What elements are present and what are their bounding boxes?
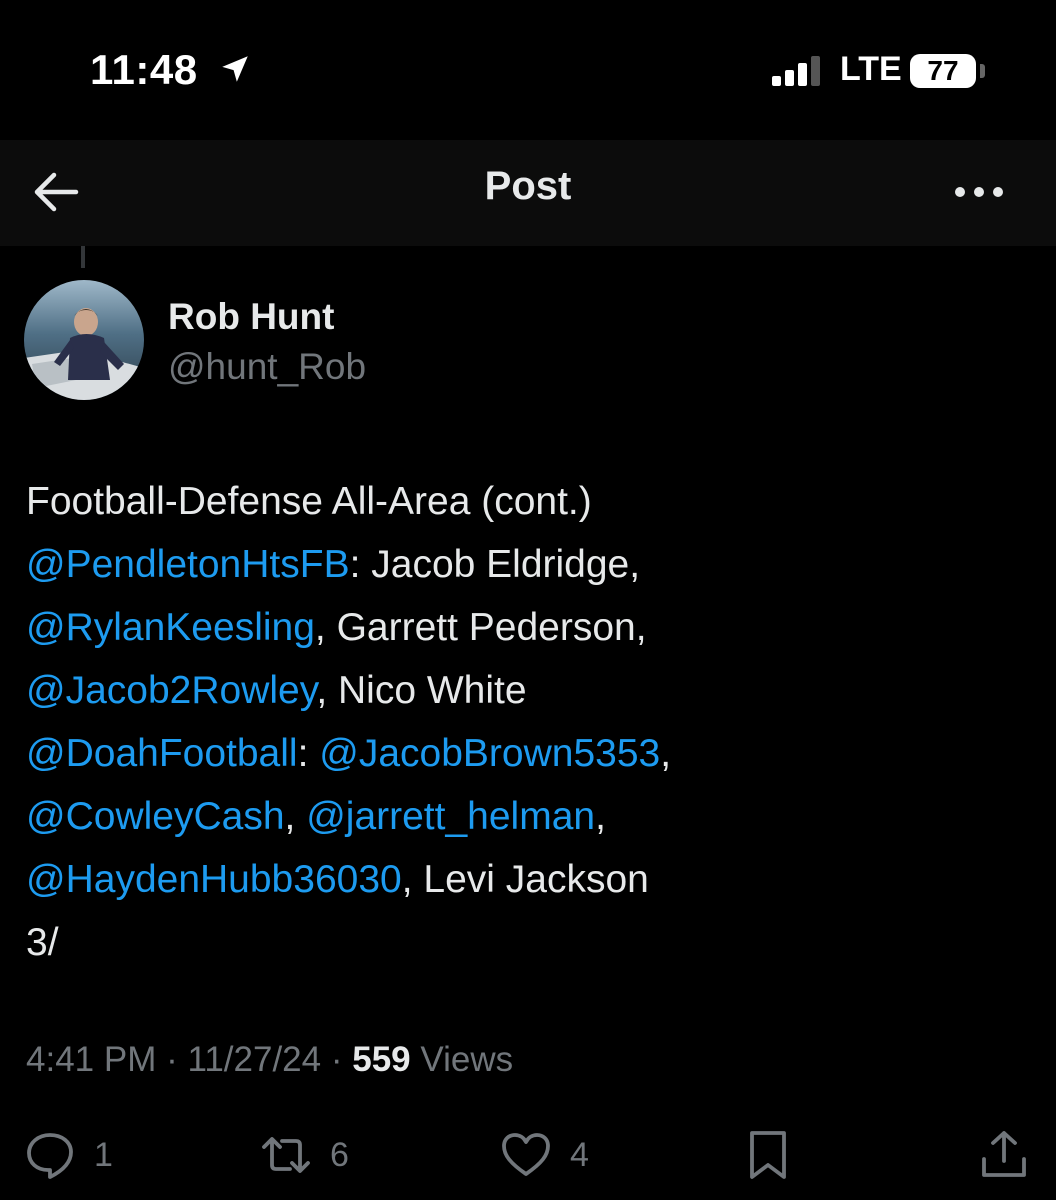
post-text-segment: 3/ [26,921,59,964]
post-text-segment: : [297,732,320,775]
clock: 11:48 [90,46,198,93]
mention-link[interactable]: @PendletonHtsFB [26,543,350,586]
like-count: 4 [570,1135,589,1174]
post-line: Football-Defense All-Area (cont.) [26,470,1026,533]
mention-link[interactable]: @DoahFootball [26,732,298,775]
like-button[interactable]: 4 [498,1120,589,1190]
author-avatar[interactable] [24,280,144,400]
bookmark-button[interactable] [740,1120,796,1190]
post-text-segment: Football-Defense All-Area (cont.) [26,480,592,523]
repost-count: 6 [330,1135,349,1174]
share-button[interactable] [976,1120,1032,1190]
battery-icon: 77 [910,54,976,88]
post-time: 4:41 PM [26,1040,157,1079]
repost-icon [262,1137,310,1173]
post-line: 3/ [26,911,1026,974]
author-handle[interactable]: @hunt_Rob [168,346,366,388]
reply-icon [27,1133,73,1179]
post-date: 11/27/24 [187,1040,322,1079]
bookmark-icon [750,1131,786,1179]
mention-link[interactable]: @HaydenHubb36030 [26,858,402,901]
mention-link[interactable]: @CowleyCash [26,795,285,838]
top-nav-bar: Post [0,140,1056,246]
post-text-segment: , [660,732,672,775]
post-text: Football-Defense All-Area (cont.) @Pendle… [26,470,1026,974]
network-type: LTE [840,50,902,88]
battery-percent: 77 [927,55,959,86]
author-name[interactable]: Rob Hunt [168,296,334,338]
like-heart-icon [502,1133,550,1176]
reply-button[interactable]: 1 [22,1120,113,1190]
post-line: @PendletonHtsFB: Jacob Eldridge, [26,533,1026,596]
post-line: @DoahFootball: @JacobBrown5353, [26,722,1026,785]
views-label[interactable]: Views [420,1040,513,1079]
battery-nub [980,64,985,78]
signal-bars-icon [772,56,826,86]
mention-link[interactable]: @RylanKeesling [26,606,315,649]
mention-link[interactable]: @JacobBrown5353 [319,732,660,775]
location-arrow-icon [222,56,248,82]
views-count[interactable]: 559 [352,1040,410,1079]
post-text-segment: , [595,795,606,838]
share-icon [982,1131,1026,1177]
more-dots-icon[interactable] [946,162,1012,222]
post-text-segment: , Nico White [316,669,527,712]
post-meta: 4:41 PM · 11/27/24 · 559 Views [26,1040,514,1079]
action-bar: 1 6 4 [0,1120,1056,1190]
post-text-segment: , Garrett Pederson, [314,606,647,649]
mention-link[interactable]: @jarrett_helman [306,795,595,838]
post-line: @HaydenHubb36030, Levi Jackson [26,848,1026,911]
post-text-segment: , Levi Jackson [401,858,649,901]
mention-link[interactable]: @Jacob2Rowley [26,669,316,712]
post-line: @CowleyCash, @jarrett_helman, [26,785,1026,848]
status-bar: 11:48 LTE 77 [0,0,1056,140]
repost-button[interactable]: 6 [258,1120,349,1190]
reply-count: 1 [94,1135,113,1174]
post-line: @RylanKeesling, Garrett Pederson, [26,596,1026,659]
post-text-segment: , [284,795,307,838]
post-line: @Jacob2Rowley, Nico White [26,659,1026,722]
page-title: Post [484,164,572,208]
thread-connector-line [81,246,85,268]
post-text-segment: : Jacob Eldridge, [349,543,641,586]
